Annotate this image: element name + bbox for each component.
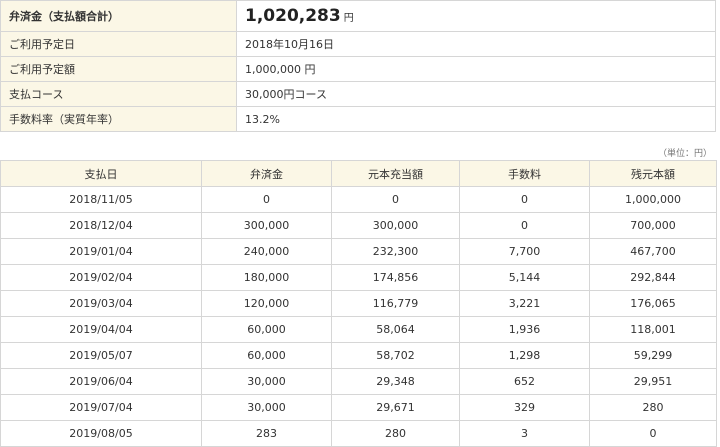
cell-repayment: 60,000 (201, 342, 332, 369)
cell-remaining-principal: 176,065 (589, 290, 717, 317)
summary-value: 13.2% (236, 106, 716, 132)
cell-principal: 29,671 (331, 394, 460, 421)
table-row: 2019/05/07 60,000 58,702 1,298 59,299 (0, 342, 717, 369)
cell-remaining-principal: 29,951 (589, 368, 717, 395)
summary-table: 弁済金（支払額合計） 1,020,283 円 ご利用予定日 2018年10月16日… (0, 0, 716, 132)
cell-remaining-principal: 0 (589, 420, 717, 447)
summary-row-course: 支払コース 30,000円コース (0, 81, 716, 107)
cell-repayment: 180,000 (201, 264, 332, 291)
cell-fee: 1,298 (459, 342, 590, 369)
cell-repayment: 60,000 (201, 316, 332, 343)
cell-fee: 3 (459, 420, 590, 447)
summary-value: 30,000円コース (236, 81, 716, 107)
yen-unit: 円 (343, 13, 354, 24)
summary-row-rate: 手数料率（実質年率） 13.2% (0, 106, 716, 132)
cell-payment-date: 2019/02/04 (0, 264, 202, 291)
header-repayment: 弁済金 (201, 160, 332, 187)
schedule-header-row: 支払日 弁済金 元本充当額 手数料 残元本額 (0, 160, 717, 187)
table-row: 2018/11/05 0 0 0 1,000,000 (0, 186, 717, 213)
cell-remaining-principal: 118,001 (589, 316, 717, 343)
summary-value: 1,000,000 円 (236, 56, 716, 82)
cell-fee: 3,221 (459, 290, 590, 317)
cell-principal: 300,000 (331, 212, 460, 239)
cell-fee: 652 (459, 368, 590, 395)
cell-remaining-principal: 280 (589, 394, 717, 421)
table-row: 2019/03/04 120,000 116,779 3,221 176,065 (0, 290, 717, 317)
cell-principal: 58,702 (331, 342, 460, 369)
total-payment-amount: 1,020,283 (245, 6, 341, 26)
cell-fee: 7,700 (459, 238, 590, 265)
header-remaining-principal: 残元本額 (589, 160, 717, 187)
cell-payment-date: 2019/05/07 (0, 342, 202, 369)
cell-payment-date: 2019/03/04 (0, 290, 202, 317)
cell-repayment: 283 (201, 420, 332, 447)
repayment-schedule-table: 支払日 弁済金 元本充当額 手数料 残元本額 2018/11/05 0 0 0 1,00… (0, 160, 717, 447)
cell-repayment: 120,000 (201, 290, 332, 317)
cell-payment-date: 2019/04/04 (0, 316, 202, 343)
repayment-simulation-result: 弁済金（支払額合計） 1,020,283 円 ご利用予定日 2018年10月16日… (0, 0, 720, 447)
cell-principal: 58,064 (331, 316, 460, 343)
cell-remaining-principal: 467,700 (589, 238, 717, 265)
cell-fee: 329 (459, 394, 590, 421)
table-row: 2019/01/04 240,000 232,300 7,700 467,700 (0, 238, 717, 265)
table-row: 2019/07/04 30,000 29,671 329 280 (0, 394, 717, 421)
summary-label: ご利用予定額 (0, 56, 237, 82)
schedule-body: 2018/11/05 0 0 0 1,000,000 2018/12/04 300,000 3… (0, 186, 717, 447)
header-fee: 手数料 (459, 160, 590, 187)
cell-principal: 29,348 (331, 368, 460, 395)
cell-payment-date: 2018/11/05 (0, 186, 202, 213)
summary-label: 支払コース (0, 81, 237, 107)
summary-label: 弁済金（支払額合計） (0, 0, 237, 32)
cell-principal: 280 (331, 420, 460, 447)
cell-fee: 1,936 (459, 316, 590, 343)
summary-row-amount: ご利用予定額 1,000,000 円 (0, 56, 716, 82)
summary-value-cell: 1,020,283 円 (236, 0, 716, 32)
header-payment-date: 支払日 (0, 160, 202, 187)
cell-payment-date: 2019/06/04 (0, 368, 202, 395)
summary-row-date: ご利用予定日 2018年10月16日 (0, 31, 716, 57)
cell-payment-date: 2019/08/05 (0, 420, 202, 447)
summary-row-total: 弁済金（支払額合計） 1,020,283 円 (0, 0, 716, 32)
cell-fee: 5,144 (459, 264, 590, 291)
cell-repayment: 0 (201, 186, 332, 213)
cell-remaining-principal: 292,844 (589, 264, 717, 291)
summary-label: ご利用予定日 (0, 31, 237, 57)
header-principal: 元本充当額 (331, 160, 460, 187)
cell-repayment: 240,000 (201, 238, 332, 265)
cell-principal: 116,779 (331, 290, 460, 317)
summary-label: 手数料率（実質年率） (0, 106, 237, 132)
table-row: 2019/04/04 60,000 58,064 1,936 118,001 (0, 316, 717, 343)
cell-fee: 0 (459, 212, 590, 239)
cell-repayment: 30,000 (201, 394, 332, 421)
cell-principal: 232,300 (331, 238, 460, 265)
table-row: 2019/06/04 30,000 29,348 652 29,951 (0, 368, 717, 395)
cell-fee: 0 (459, 186, 590, 213)
cell-remaining-principal: 59,299 (589, 342, 717, 369)
table-row: 2018/12/04 300,000 300,000 0 700,000 (0, 212, 717, 239)
cell-payment-date: 2019/07/04 (0, 394, 202, 421)
unit-note: （単位：円） (657, 149, 712, 159)
cell-remaining-principal: 1,000,000 (589, 186, 717, 213)
cell-remaining-principal: 700,000 (589, 212, 717, 239)
cell-payment-date: 2018/12/04 (0, 212, 202, 239)
table-row: 2019/08/05 283 280 3 0 (0, 420, 717, 447)
cell-repayment: 300,000 (201, 212, 332, 239)
cell-repayment: 30,000 (201, 368, 332, 395)
cell-principal: 174,856 (331, 264, 460, 291)
summary-value: 2018年10月16日 (236, 31, 716, 57)
table-row: 2019/02/04 180,000 174,856 5,144 292,844 (0, 264, 717, 291)
cell-principal: 0 (331, 186, 460, 213)
cell-payment-date: 2019/01/04 (0, 238, 202, 265)
